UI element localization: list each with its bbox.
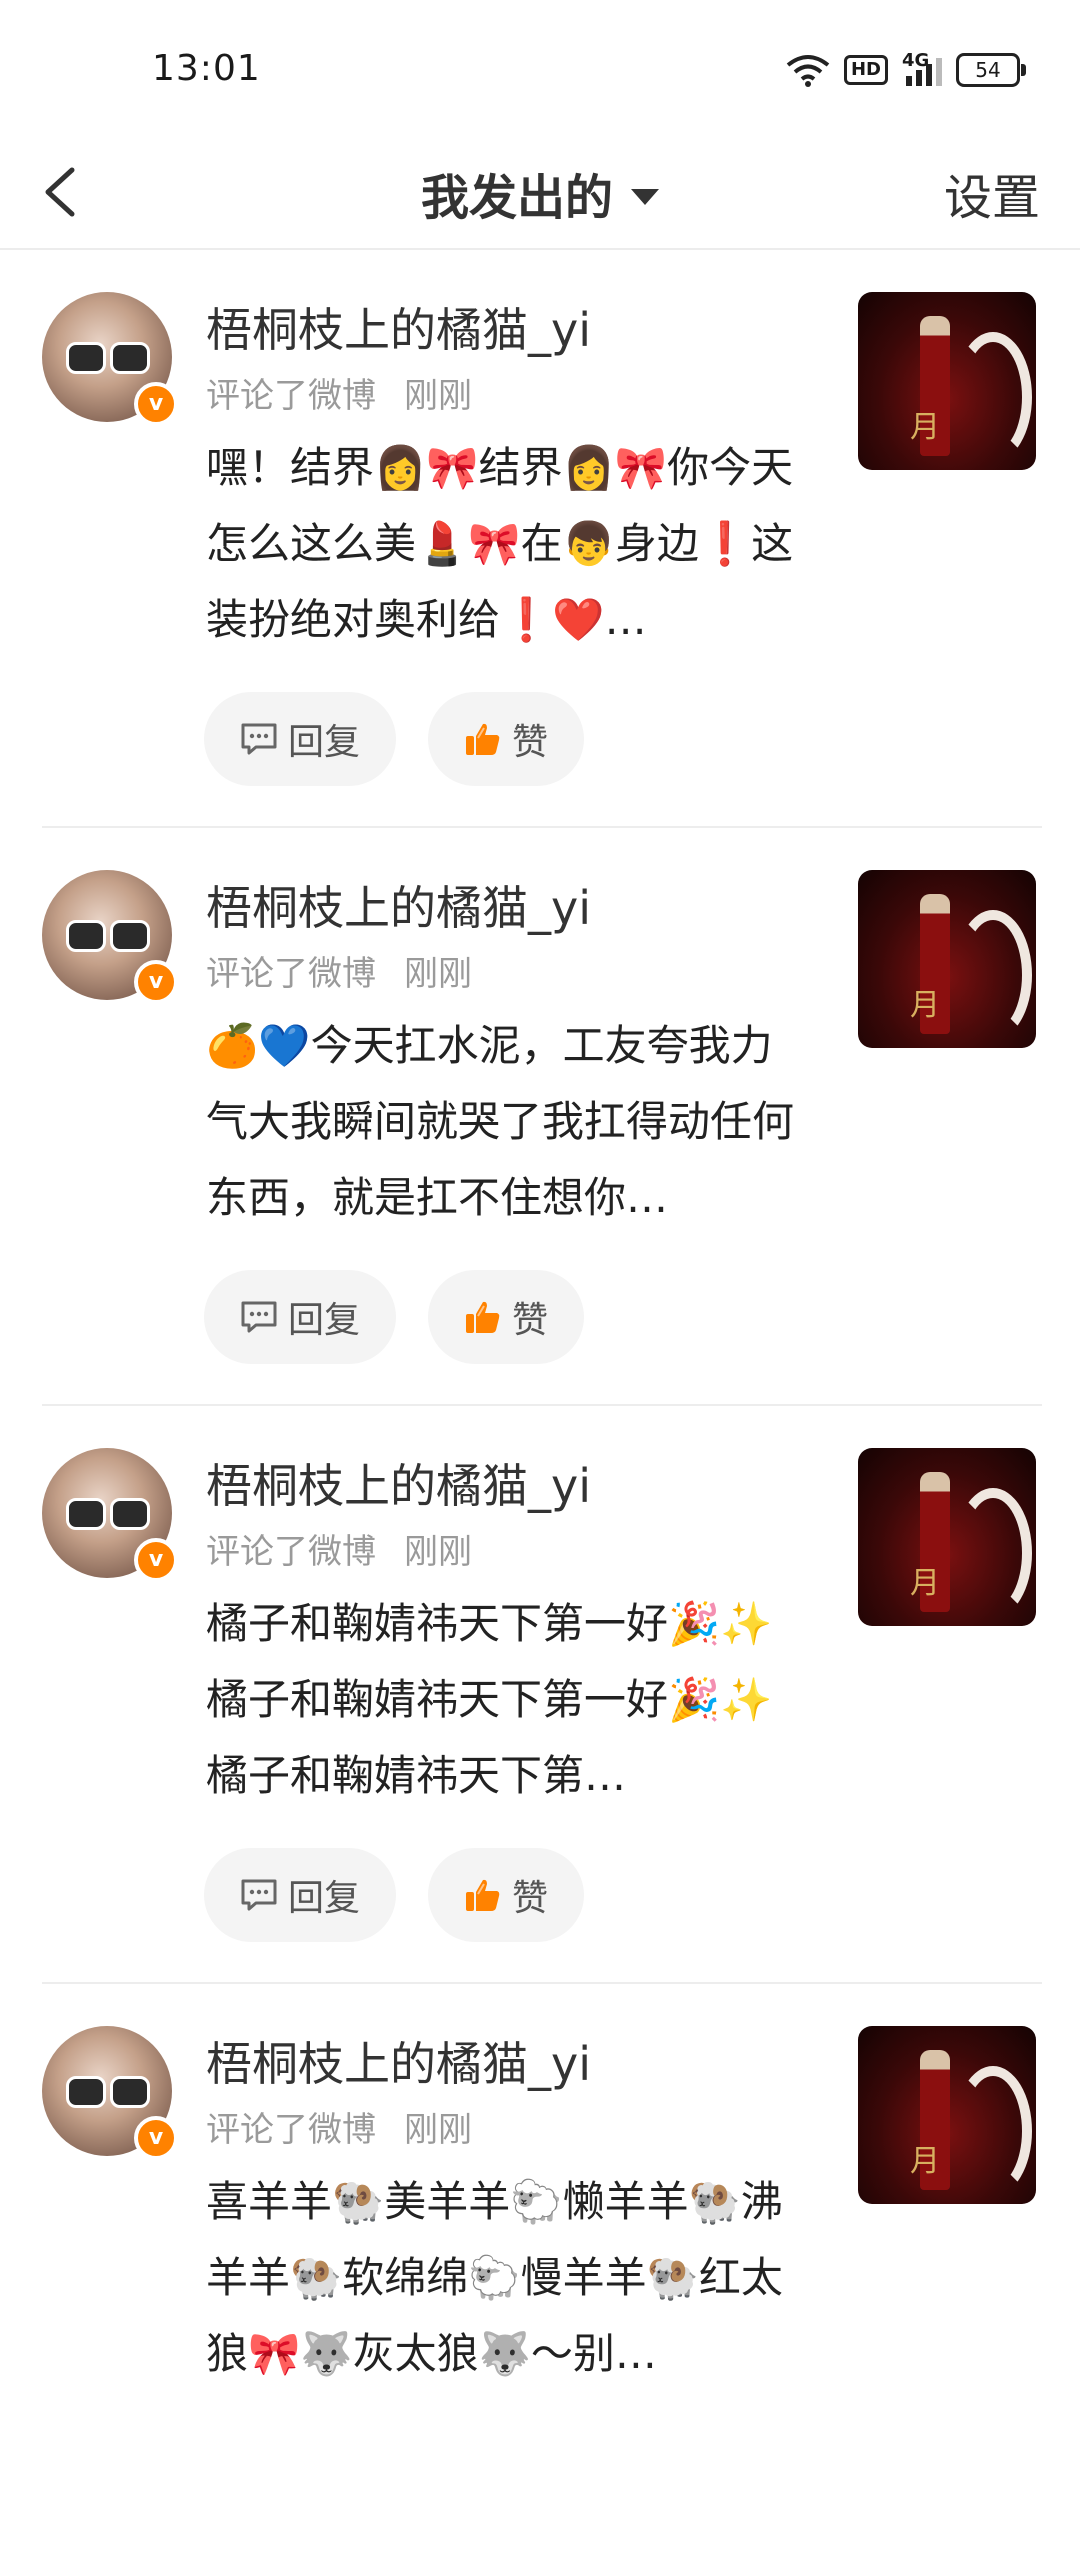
- comment-text[interactable]: 嘿！结界👩🎀结界👩🎀你今天怎么这么美💄🎀在👦身边❗这装扮绝对奥利给❗❤️…: [206, 430, 796, 658]
- list-item[interactable]: v 梧桐枝上的橘猫_yi 评论了微博 刚刚 🍊💙今天扛水泥，工友夸我力气大我瞬间就…: [0, 828, 1080, 1406]
- item-meta: 评论了微博 刚刚: [206, 946, 472, 995]
- list-item[interactable]: v 梧桐枝上的橘猫_yi 评论了微博 刚刚 橘子和鞠婧祎天下第一好🎉✨橘子和鞠婧祎…: [0, 1406, 1080, 1984]
- top-nav-bar: 我发出的 设置: [0, 140, 1080, 250]
- user-name[interactable]: 梧桐枝上的橘猫_yi: [206, 294, 591, 360]
- comment-text[interactable]: 喜羊羊🐏美羊羊🐑懒羊羊🐏沸羊羊🐏软绵绵🐑慢羊羊🐏红太狼🎀🐺灰太狼🐺～别…: [206, 2164, 796, 2392]
- like-label: 赞: [512, 1878, 549, 1919]
- action-row: 回复 赞: [204, 1848, 585, 1942]
- weibo-thumbnail[interactable]: 月: [858, 870, 1036, 1048]
- item-meta: 评论了微博 刚刚: [206, 1524, 472, 1573]
- reply-button[interactable]: 回复: [204, 692, 397, 786]
- item-meta: 评论了微博 刚刚: [206, 2102, 472, 2151]
- user-name[interactable]: 梧桐枝上的橘猫_yi: [206, 1450, 591, 1516]
- settings-button[interactable]: 设置: [944, 158, 1040, 228]
- like-label: 赞: [512, 722, 549, 763]
- comment-text[interactable]: 🍊💙今天扛水泥，工友夸我力气大我瞬间就哭了我扛得动任何东西，就是扛不住想你…: [206, 1008, 796, 1236]
- comment-icon: [241, 1301, 277, 1333]
- verified-badge-icon: v: [134, 960, 178, 1004]
- reply-label: 回复: [288, 722, 361, 763]
- reply-button[interactable]: 回复: [204, 1270, 397, 1364]
- reply-label: 回复: [288, 1300, 361, 1341]
- list-item[interactable]: v 梧桐枝上的橘猫_yi 评论了微博 刚刚 嘿！结界👩🎀结界👩🎀你今天怎么这么美💄…: [0, 250, 1080, 828]
- list-item[interactable]: v 梧桐枝上的橘猫_yi 评论了微博 刚刚 喜羊羊🐏美羊羊🐑懒羊羊🐏沸羊羊🐏软绵绵…: [0, 1984, 1080, 2562]
- timestamp: 刚刚: [404, 2110, 472, 2150]
- thumbs-up-icon: [466, 1879, 500, 1911]
- comment-icon: [241, 723, 277, 755]
- comment-text[interactable]: 橘子和鞠婧祎天下第一好🎉✨橘子和鞠婧祎天下第一好🎉✨橘子和鞠婧祎天下第…: [206, 1586, 796, 1814]
- weibo-thumbnail[interactable]: 月: [858, 2026, 1036, 2204]
- signal-icon: 4G: [902, 50, 942, 90]
- comment-list: v 梧桐枝上的橘猫_yi 评论了微博 刚刚 嘿！结界👩🎀结界👩🎀你今天怎么这么美💄…: [0, 250, 1080, 2562]
- reply-button[interactable]: 回复: [204, 1848, 397, 1942]
- thumbs-up-icon: [466, 723, 500, 755]
- action-text: 评论了微博: [206, 2110, 376, 2150]
- like-label: 赞: [512, 1300, 549, 1341]
- action-text: 评论了微博: [206, 1532, 376, 1572]
- user-name[interactable]: 梧桐枝上的橘猫_yi: [206, 872, 591, 938]
- weibo-thumbnail[interactable]: 月: [858, 292, 1036, 470]
- weibo-thumbnail[interactable]: 月: [858, 1448, 1036, 1626]
- action-text: 评论了微博: [206, 376, 376, 416]
- page-title: 我发出的: [420, 170, 613, 226]
- user-name[interactable]: 梧桐枝上的橘猫_yi: [206, 2028, 591, 2094]
- timestamp: 刚刚: [404, 954, 472, 994]
- hd-icon: HD: [843, 55, 888, 85]
- verified-badge-icon: v: [134, 2116, 178, 2160]
- like-button[interactable]: 赞: [428, 1848, 585, 1942]
- action-text: 评论了微博: [206, 954, 376, 994]
- timestamp: 刚刚: [404, 376, 472, 416]
- thumbs-up-icon: [466, 1301, 500, 1333]
- action-row: 回复 赞: [204, 1270, 585, 1364]
- caret-down-icon: [631, 189, 659, 205]
- status-bar: 13:01 HD 4G 54: [0, 0, 1080, 140]
- verified-badge-icon: v: [134, 382, 178, 426]
- item-meta: 评论了微博 刚刚: [206, 368, 472, 417]
- status-icons: HD 4G 54: [786, 50, 1026, 90]
- like-button[interactable]: 赞: [428, 692, 585, 786]
- comment-icon: [241, 1879, 277, 1911]
- timestamp: 刚刚: [404, 1532, 472, 1572]
- verified-badge-icon: v: [134, 1538, 178, 1582]
- like-button[interactable]: 赞: [428, 1270, 585, 1364]
- page-title-dropdown[interactable]: 我发出的: [0, 158, 1080, 228]
- reply-label: 回复: [288, 1878, 361, 1919]
- action-row: 回复 赞: [204, 692, 585, 786]
- battery-icon: 54: [956, 53, 1026, 87]
- status-time: 13:01: [152, 48, 261, 89]
- wifi-icon: [786, 55, 830, 87]
